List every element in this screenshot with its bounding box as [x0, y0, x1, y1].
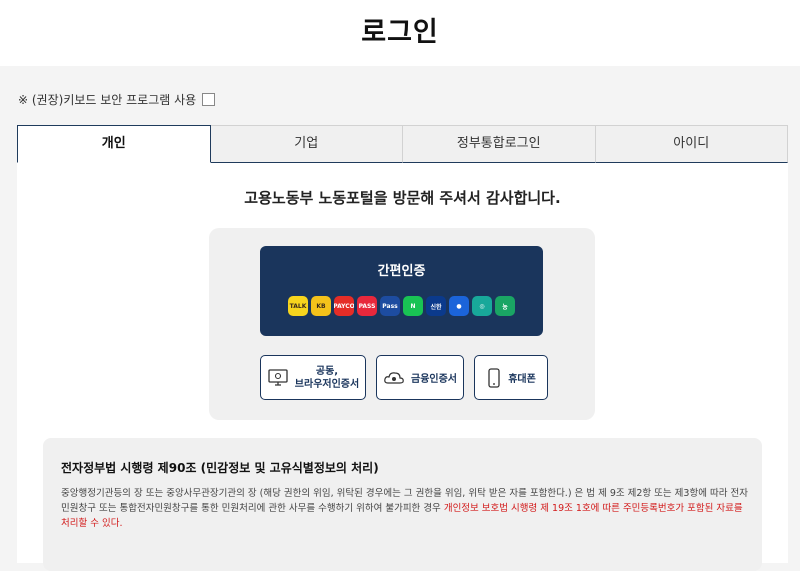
- keyboard-security-checkbox[interactable]: [202, 92, 216, 106]
- financial-cert-button[interactable]: 금융인증서: [376, 355, 464, 400]
- computer-cert-icon: [268, 368, 288, 386]
- simple-auth-label: 간편인증: [377, 264, 426, 279]
- cloud-cert-icon: [384, 371, 404, 384]
- mobile-cert-button[interactable]: 휴대폰: [474, 355, 548, 400]
- notice-box: 전자정부법 시행령 제90조 (민감정보 및 고유식별정보의 처리) 중앙행정기…: [43, 438, 762, 571]
- nh-icon: 농: [495, 296, 515, 316]
- login-panel: 고용노동부 노동포털을 방문해 주셔서 감사합니다. 간편인증 TALK KB PA…: [17, 163, 788, 571]
- simple-auth-button[interactable]: 간편인증 TALK KB PAYCO PASS Pass N 신한 ● ◎ 농: [260, 246, 543, 336]
- welcome-message: 고용노동부 노동포털을 방문해 주셔서 감사합니다.: [244, 189, 561, 207]
- payco-icon: PAYCO: [334, 296, 354, 316]
- phone-icon: [488, 367, 500, 388]
- page-title: 로그인: [361, 17, 439, 48]
- cert-buttons: 공동, 브라우저인증서 금융인증서 휴대폰: [260, 355, 548, 401]
- joint-cert-button[interactable]: 공동, 브라우저인증서: [260, 355, 366, 400]
- naver-icon: N: [403, 296, 423, 316]
- keyboard-security-row[interactable]: ※ (권장)키보드 보안 프로그램 사용: [18, 90, 216, 108]
- samsung-pass-icon: Pass: [380, 296, 400, 316]
- kb-icon: KB: [311, 296, 331, 316]
- auth-box: 간편인증 TALK KB PAYCO PASS Pass N 신한 ● ◎ 농 공동, 브라우저인…: [209, 228, 595, 420]
- login-tabs: 개인 기업 정부통합로그인 아이디: [17, 125, 788, 163]
- tab-personal[interactable]: 개인: [17, 125, 211, 163]
- pass-icon: PASS: [357, 296, 377, 316]
- notice-body: 중앙행정기관등의 장 또는 중앙사무관장기관의 장 (해당 권한의 위임, 위탁…: [61, 486, 751, 531]
- header: 로그인: [0, 0, 800, 66]
- tab-government-login[interactable]: 정부통합로그인: [403, 125, 596, 163]
- shinhan-icon: 신한: [426, 296, 446, 316]
- tab-corporate[interactable]: 기업: [210, 125, 403, 163]
- keyboard-security-label: ※ (권장)키보드 보안 프로그램 사용: [18, 92, 197, 107]
- provider-icons: TALK KB PAYCO PASS Pass N 신한 ● ◎ 농: [288, 296, 515, 318]
- mobile-cert-label: 휴대폰: [508, 374, 536, 385]
- tab-id[interactable]: 아이디: [595, 125, 788, 163]
- notice-title: 전자정부법 시행령 제90조 (민감정보 및 고유식별정보의 처리): [61, 461, 379, 475]
- financial-cert-label: 금융인증서: [411, 374, 457, 385]
- joint-cert-label: 공동, 브라우저인증서: [294, 365, 360, 390]
- hana-icon: ◎: [472, 296, 492, 316]
- toss-icon: ●: [449, 296, 469, 316]
- kakao-icon: TALK: [288, 296, 308, 316]
